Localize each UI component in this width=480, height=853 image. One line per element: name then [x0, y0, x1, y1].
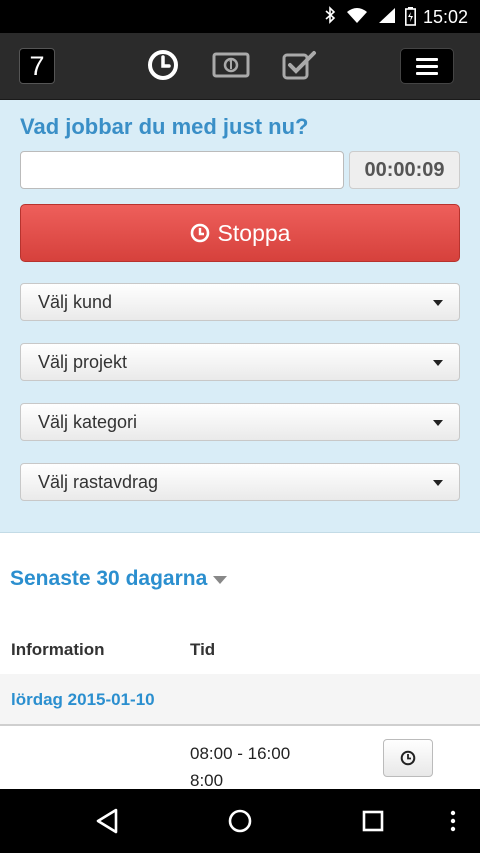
- status-time: 15:02: [422, 7, 468, 27]
- menu-icon-bar: [416, 57, 438, 61]
- money-icon[interactable]: [211, 48, 251, 82]
- customer-select-label: Välj kund: [38, 292, 113, 312]
- menu-icon-bar: [416, 71, 438, 75]
- bluetooth-icon: [325, 6, 336, 24]
- tracker-question: Vad jobbar du med just nu?: [20, 114, 309, 139]
- status-icons: [324, 6, 396, 24]
- timer-display: 00:00:09: [349, 151, 460, 189]
- home-icon[interactable]: [227, 807, 253, 835]
- clock-icon[interactable]: [143, 48, 183, 82]
- entry-range: 08:00 - 16:00: [190, 744, 291, 763]
- stop-button[interactable]: Stoppa: [20, 204, 460, 262]
- battery-icon: [405, 7, 416, 26]
- entry-time: 08:00 - 16:00 8:00: [190, 740, 290, 794]
- menu-icon-bar: [416, 64, 438, 68]
- task-input[interactable]: [20, 151, 344, 189]
- caret-down-icon: [433, 300, 443, 306]
- app-header: 7: [0, 33, 480, 100]
- project-select-label: Välj projekt: [38, 352, 128, 372]
- back-icon[interactable]: [94, 807, 120, 835]
- caret-down-icon: [433, 480, 443, 486]
- stop-button-label: Stoppa: [217, 219, 291, 246]
- recents-icon[interactable]: [361, 807, 385, 835]
- project-select[interactable]: Välj projekt: [20, 343, 460, 381]
- clock-icon: [190, 223, 209, 243]
- column-header-information: Information: [11, 640, 105, 659]
- recent-title: Senaste 30 dagarna: [10, 567, 208, 590]
- app-logo[interactable]: 7: [19, 48, 55, 84]
- column-header-time: Tid: [190, 640, 216, 659]
- status-bar: 15:02: [0, 0, 480, 33]
- recent-period-toggle[interactable]: Senaste 30 dagarna: [10, 567, 228, 591]
- day-header-row: lördag 2015-01-10: [0, 674, 480, 726]
- tracker-panel: Vad jobbar du med just nu? 00:00:09 Stop…: [0, 100, 480, 533]
- menu-button[interactable]: [400, 48, 454, 84]
- customer-select[interactable]: Välj kund: [20, 283, 460, 321]
- caret-down-icon: [433, 420, 443, 426]
- signal-icon: [379, 7, 395, 23]
- break-select[interactable]: Välj rastavdrag: [20, 463, 460, 501]
- day-date[interactable]: lördag 2015-01-10: [11, 690, 155, 710]
- entry-resume-button[interactable]: [383, 739, 433, 777]
- overflow-icon[interactable]: [448, 807, 458, 835]
- caret-down-icon: [213, 576, 228, 584]
- category-select-label: Välj kategori: [38, 412, 138, 432]
- category-select[interactable]: Välj kategori: [20, 403, 460, 441]
- caret-down-icon: [433, 360, 443, 366]
- clock-icon: [400, 750, 416, 766]
- system-nav-bar: [0, 789, 480, 853]
- wifi-icon: [347, 7, 367, 23]
- break-select-label: Välj rastavdrag: [38, 472, 159, 492]
- checkbox-icon[interactable]: [279, 48, 319, 82]
